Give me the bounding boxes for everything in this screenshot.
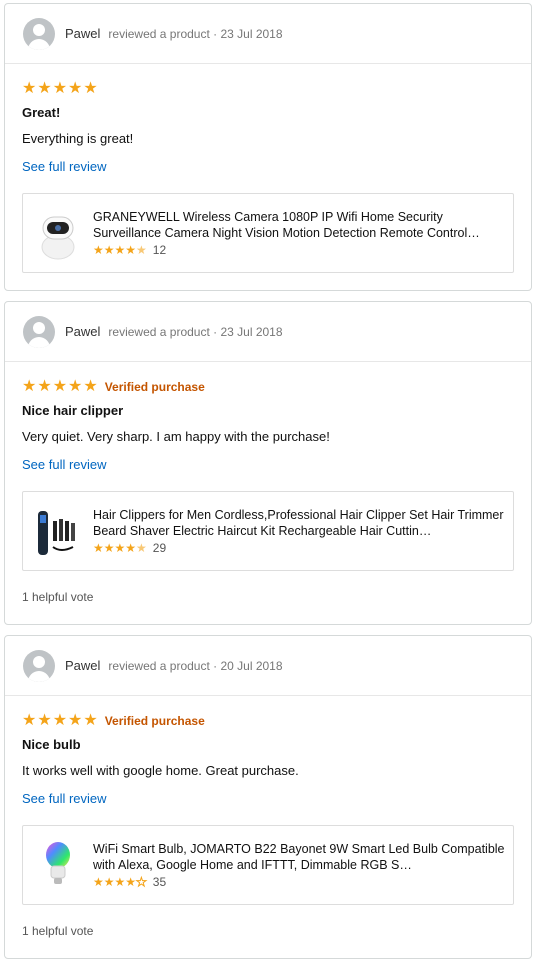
avatar[interactable] [23, 17, 55, 50]
rating-count: 35 [152, 875, 167, 889]
review-meta: reviewed a product · 23 Jul 2018 [108, 26, 283, 41]
review-meta: reviewed a product · 20 Jul 2018 [108, 658, 283, 673]
product-title[interactable]: GRANEYWELL Wireless Camera 1080P IP Wifi… [93, 209, 505, 241]
see-full-review-link[interactable]: See full review [22, 457, 107, 472]
verified-purchase-badge: Verified purchase [104, 714, 205, 728]
star-rating: ★ ★ ★ ★ ★ [22, 81, 98, 97]
review-text: Very quiet. Very sharp. I am happy with … [22, 429, 330, 444]
review-card: Pawel reviewed a product · 23 Jul 2018 ★… [4, 301, 532, 625]
product-card[interactable]: WiFi Smart Bulb, JOMARTO B22 Bayonet 9W … [22, 825, 514, 905]
verified-purchase-badge: Verified purchase [104, 380, 205, 394]
review-text: It works well with google home. Great pu… [22, 763, 299, 778]
star-icon: ★ [83, 378, 98, 395]
star-rating: ★ ★ ★ ★ ★ [22, 713, 98, 729]
reviewer-name[interactable]: Pawel [65, 658, 100, 673]
star-icon: ★ [22, 80, 37, 97]
review-rating: ★ ★ ★ ★ ★ [22, 78, 514, 100]
review-header: Pawel reviewed a product · 23 Jul 2018 [5, 302, 531, 362]
review-header: Pawel reviewed a product · 20 Jul 2018 [5, 636, 531, 696]
star-icon: ★ [68, 378, 83, 395]
star-icon: ★ [37, 378, 52, 395]
review-card: Pawel reviewed a product · 20 Jul 2018 ★… [4, 635, 532, 959]
star-icon: ★ [37, 712, 52, 729]
star-icon: ★ [68, 80, 83, 97]
star-icon: ★ [22, 712, 37, 729]
star-icon: ★ [52, 378, 68, 395]
review-title: Nice hair clipper [22, 403, 124, 418]
avatar[interactable] [23, 315, 55, 348]
see-full-review-link[interactable]: See full review [22, 159, 107, 174]
reviewer-name[interactable]: Pawel [65, 324, 100, 339]
star-icon: ★ [83, 80, 98, 97]
reviewer-name[interactable]: Pawel [65, 26, 100, 41]
see-full-review-link[interactable]: See full review [22, 791, 107, 806]
hair-clipper-icon[interactable] [35, 503, 81, 559]
star-rating: ★ ★ ★ ★ ★ [22, 379, 98, 395]
review-text: Everything is great! [22, 131, 134, 146]
star-icon: ★ [37, 80, 52, 97]
product-title[interactable]: WiFi Smart Bulb, JOMARTO B22 Bayonet 9W … [93, 841, 505, 873]
product-card[interactable]: GRANEYWELL Wireless Camera 1080P IP Wifi… [22, 193, 514, 273]
star-icon: ★ [68, 712, 83, 729]
helpful-vote-count: 1 helpful vote [22, 924, 94, 938]
product-rating: ★★★★ ★ 29 [93, 541, 167, 555]
star-icon: ★ [52, 80, 68, 97]
review-meta: reviewed a product · 23 Jul 2018 [108, 324, 283, 339]
smart-bulb-icon[interactable] [35, 837, 81, 893]
review-rating: ★ ★ ★ ★ ★ Verified purchase [22, 376, 514, 398]
robot-camera-icon[interactable] [35, 205, 81, 261]
review-header: Pawel reviewed a product · 23 Jul 2018 [5, 4, 531, 64]
product-rating: ★★★★ ★ 35 [93, 875, 167, 889]
rating-count: 12 [152, 243, 167, 257]
review-card: Pawel reviewed a product · 23 Jul 2018 ★… [4, 3, 532, 291]
star-icon: ★ [52, 712, 68, 729]
star-icon: ★ [22, 378, 37, 395]
product-rating: ★★★★ ★ 12 [93, 243, 167, 257]
avatar[interactable] [23, 649, 55, 682]
review-title: Great! [22, 105, 61, 120]
rating-count: 29 [152, 541, 167, 555]
helpful-vote-count: 1 helpful vote [22, 590, 94, 604]
review-rating: ★ ★ ★ ★ ★ Verified purchase [22, 710, 514, 732]
product-card[interactable]: Hair Clippers for Men Cordless,Professio… [22, 491, 514, 571]
star-icon: ★ [83, 712, 98, 729]
product-title[interactable]: Hair Clippers for Men Cordless,Professio… [93, 507, 505, 539]
review-title: Nice bulb [22, 737, 81, 752]
